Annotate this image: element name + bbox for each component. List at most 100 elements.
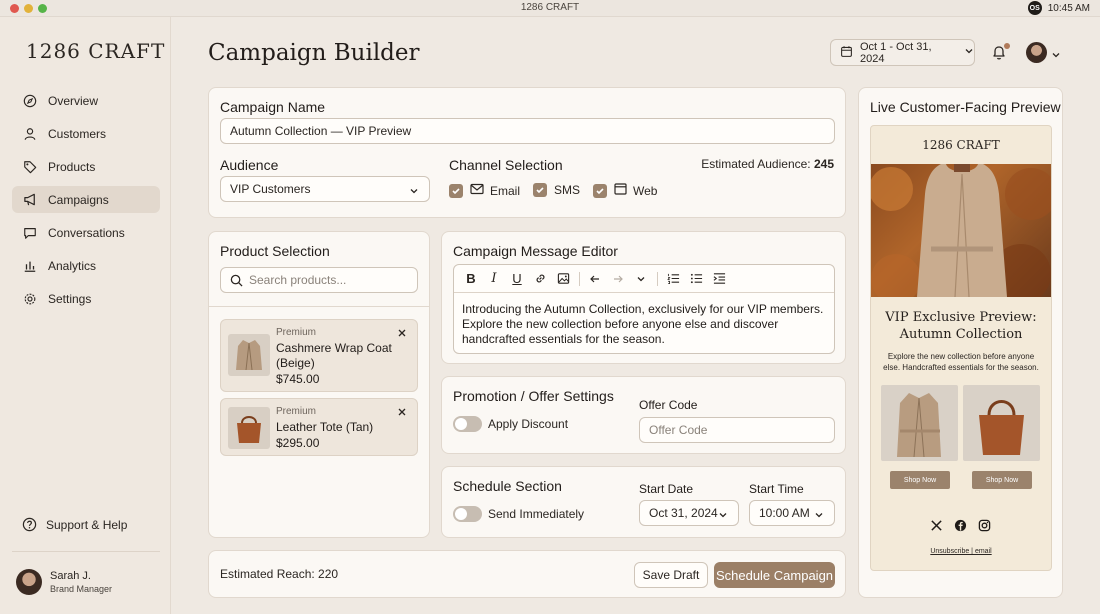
product-selection-title: Product Selection — [220, 243, 330, 259]
estimated-audience-label: Estimated Audience: — [701, 157, 811, 171]
underline-icon[interactable]: U — [508, 270, 526, 288]
bullet-list-icon[interactable] — [687, 270, 705, 288]
product-price: $745.00 — [276, 372, 320, 386]
notification-dot — [1004, 43, 1010, 49]
apply-discount-row[interactable]: Apply Discount — [453, 416, 568, 432]
support-help-link[interactable]: Support & Help — [22, 517, 127, 533]
editor-title: Campaign Message Editor — [453, 243, 618, 259]
browser-icon — [614, 183, 627, 198]
user-profile[interactable]: Sarah J. Brand Manager — [16, 569, 112, 595]
brand-logo[interactable]: 1286 CRAFT — [26, 39, 165, 63]
shop-now-button[interactable]: Shop Now — [972, 471, 1032, 489]
image-icon[interactable] — [554, 270, 572, 288]
channel-label: SMS — [554, 183, 581, 197]
sidebar-item-overview[interactable]: Overview — [12, 87, 160, 114]
campaign-details-card: Campaign Name Autumn Collection — VIP Pr… — [208, 87, 846, 218]
estimated-reach: Estimated Reach: 220 — [220, 567, 339, 581]
sidebar-item-label: Conversations — [48, 225, 125, 240]
header-avatar[interactable] — [1026, 42, 1047, 63]
offer-code-label: Offer Code — [639, 398, 698, 412]
email-checkbox[interactable] — [449, 183, 463, 198]
apply-discount-toggle[interactable] — [453, 416, 482, 432]
web-checkbox[interactable] — [593, 183, 607, 198]
email-preview: 1286 CRAFT VIP Exclusive Preview: Autumn… — [870, 125, 1052, 571]
offer-code-input[interactable]: Offer Code — [639, 417, 835, 443]
chevron-down-icon[interactable] — [1051, 48, 1061, 63]
save-draft-button[interactable]: Save Draft — [634, 562, 708, 588]
toggle-label: Apply Discount — [488, 417, 569, 431]
facebook-icon[interactable] — [954, 519, 968, 533]
ordered-list-icon[interactable] — [664, 270, 682, 288]
indent-icon[interactable] — [710, 270, 728, 288]
date-range-picker[interactable]: Oct 1 - Oct 31, 2024 — [830, 39, 975, 66]
toolbar-divider — [657, 271, 658, 286]
live-preview-card: Live Customer-Facing Preview 1286 CRAFT … — [858, 87, 1063, 598]
chevron-down-icon — [409, 185, 419, 199]
promotion-title: Promotion / Offer Settings — [453, 388, 614, 404]
redo-icon[interactable] — [609, 270, 627, 288]
sidebar-item-conversations[interactable]: Conversations — [12, 219, 160, 246]
send-immediately-row[interactable]: Send Immediately — [453, 506, 584, 522]
editor-body[interactable]: Introducing the Autumn Collection, exclu… — [462, 302, 828, 347]
start-time-select[interactable]: 10:00 AM — [749, 500, 835, 526]
sidebar-item-campaigns[interactable]: Campaigns — [12, 186, 160, 213]
shop-now-button[interactable]: Shop Now — [890, 471, 950, 489]
editor-toolbar: B I U — [454, 265, 834, 293]
product-card[interactable]: Premium Cashmere Wrap Coat (Beige) $745.… — [220, 319, 418, 392]
audience-select[interactable]: VIP Customers — [220, 176, 430, 202]
undo-icon[interactable] — [586, 270, 604, 288]
campaign-name-input[interactable]: Autumn Collection — VIP Preview — [220, 118, 835, 144]
window-title: 1286 CRAFT — [520, 2, 580, 13]
link-icon[interactable] — [531, 270, 549, 288]
compass-icon — [22, 93, 38, 109]
sms-checkbox[interactable] — [533, 183, 547, 197]
italic-icon[interactable]: I — [485, 270, 503, 288]
mail-icon — [470, 183, 484, 198]
avatar — [16, 569, 42, 595]
product-price: $295.00 — [276, 436, 320, 450]
product-tag: Premium — [276, 406, 317, 417]
close-icon[interactable] — [397, 326, 409, 338]
date-range-value: Oct 1 - Oct 31, 2024 — [860, 40, 932, 65]
sidebar-item-analytics[interactable]: Analytics — [12, 252, 160, 279]
bar-chart-icon — [22, 258, 38, 274]
tote-product-image — [963, 385, 1040, 461]
toolbar-divider — [579, 271, 580, 286]
divider — [12, 551, 160, 552]
audience-label: Audience — [220, 157, 279, 173]
os-badge-icon[interactable]: OS — [1027, 1, 1042, 15]
sidebar-item-customers[interactable]: Customers — [12, 120, 160, 147]
sidebar: 1286 CRAFT Overview Customers Products C… — [0, 17, 171, 614]
schedule-title: Schedule Section — [453, 478, 562, 494]
rich-text-editor[interactable]: B I U Introducing the Autumn Collection,… — [453, 264, 835, 354]
channel-web[interactable]: Web — [593, 183, 657, 198]
unsubscribe-link[interactable]: Unsubscribe | email — [871, 548, 1051, 555]
toggle-label: Send Immediately — [488, 507, 585, 521]
sidebar-item-settings[interactable]: Settings — [12, 285, 160, 312]
support-label: Support & Help — [46, 518, 128, 532]
channel-label: Email — [490, 183, 521, 198]
preview-headline: VIP Exclusive Preview: Autumn Collection — [885, 310, 1037, 342]
bold-icon[interactable]: B — [462, 270, 480, 288]
chat-icon — [22, 225, 38, 241]
os-menu-bar: 1286 CRAFT OS 10:45 AM — [0, 0, 1100, 17]
chevron-down-icon[interactable] — [632, 270, 650, 288]
close-icon[interactable] — [397, 405, 409, 417]
start-date-select[interactable]: Oct 31, 2024 — [639, 500, 739, 526]
x-icon[interactable] — [930, 519, 944, 533]
sidebar-item-label: Customers — [48, 126, 107, 141]
audience-value: VIP Customers — [230, 182, 311, 196]
product-card[interactable]: Premium Leather Tote (Tan) $295.00 — [220, 398, 418, 456]
schedule-campaign-button[interactable]: Schedule Campaign — [714, 562, 835, 588]
sidebar-item-label: Analytics — [48, 258, 97, 273]
tag-icon — [22, 159, 38, 175]
start-date-value: Oct 31, 2024 — [649, 506, 718, 520]
clock: 10:45 AM — [1047, 2, 1090, 14]
sidebar-item-products[interactable]: Products — [12, 153, 160, 180]
search-icon — [230, 274, 243, 290]
instagram-icon[interactable] — [978, 519, 992, 533]
send-immediately-toggle[interactable] — [453, 506, 482, 522]
product-search-input[interactable]: Search products... — [220, 267, 418, 293]
channel-sms[interactable]: SMS — [533, 183, 580, 197]
channel-email[interactable]: Email — [449, 183, 520, 198]
